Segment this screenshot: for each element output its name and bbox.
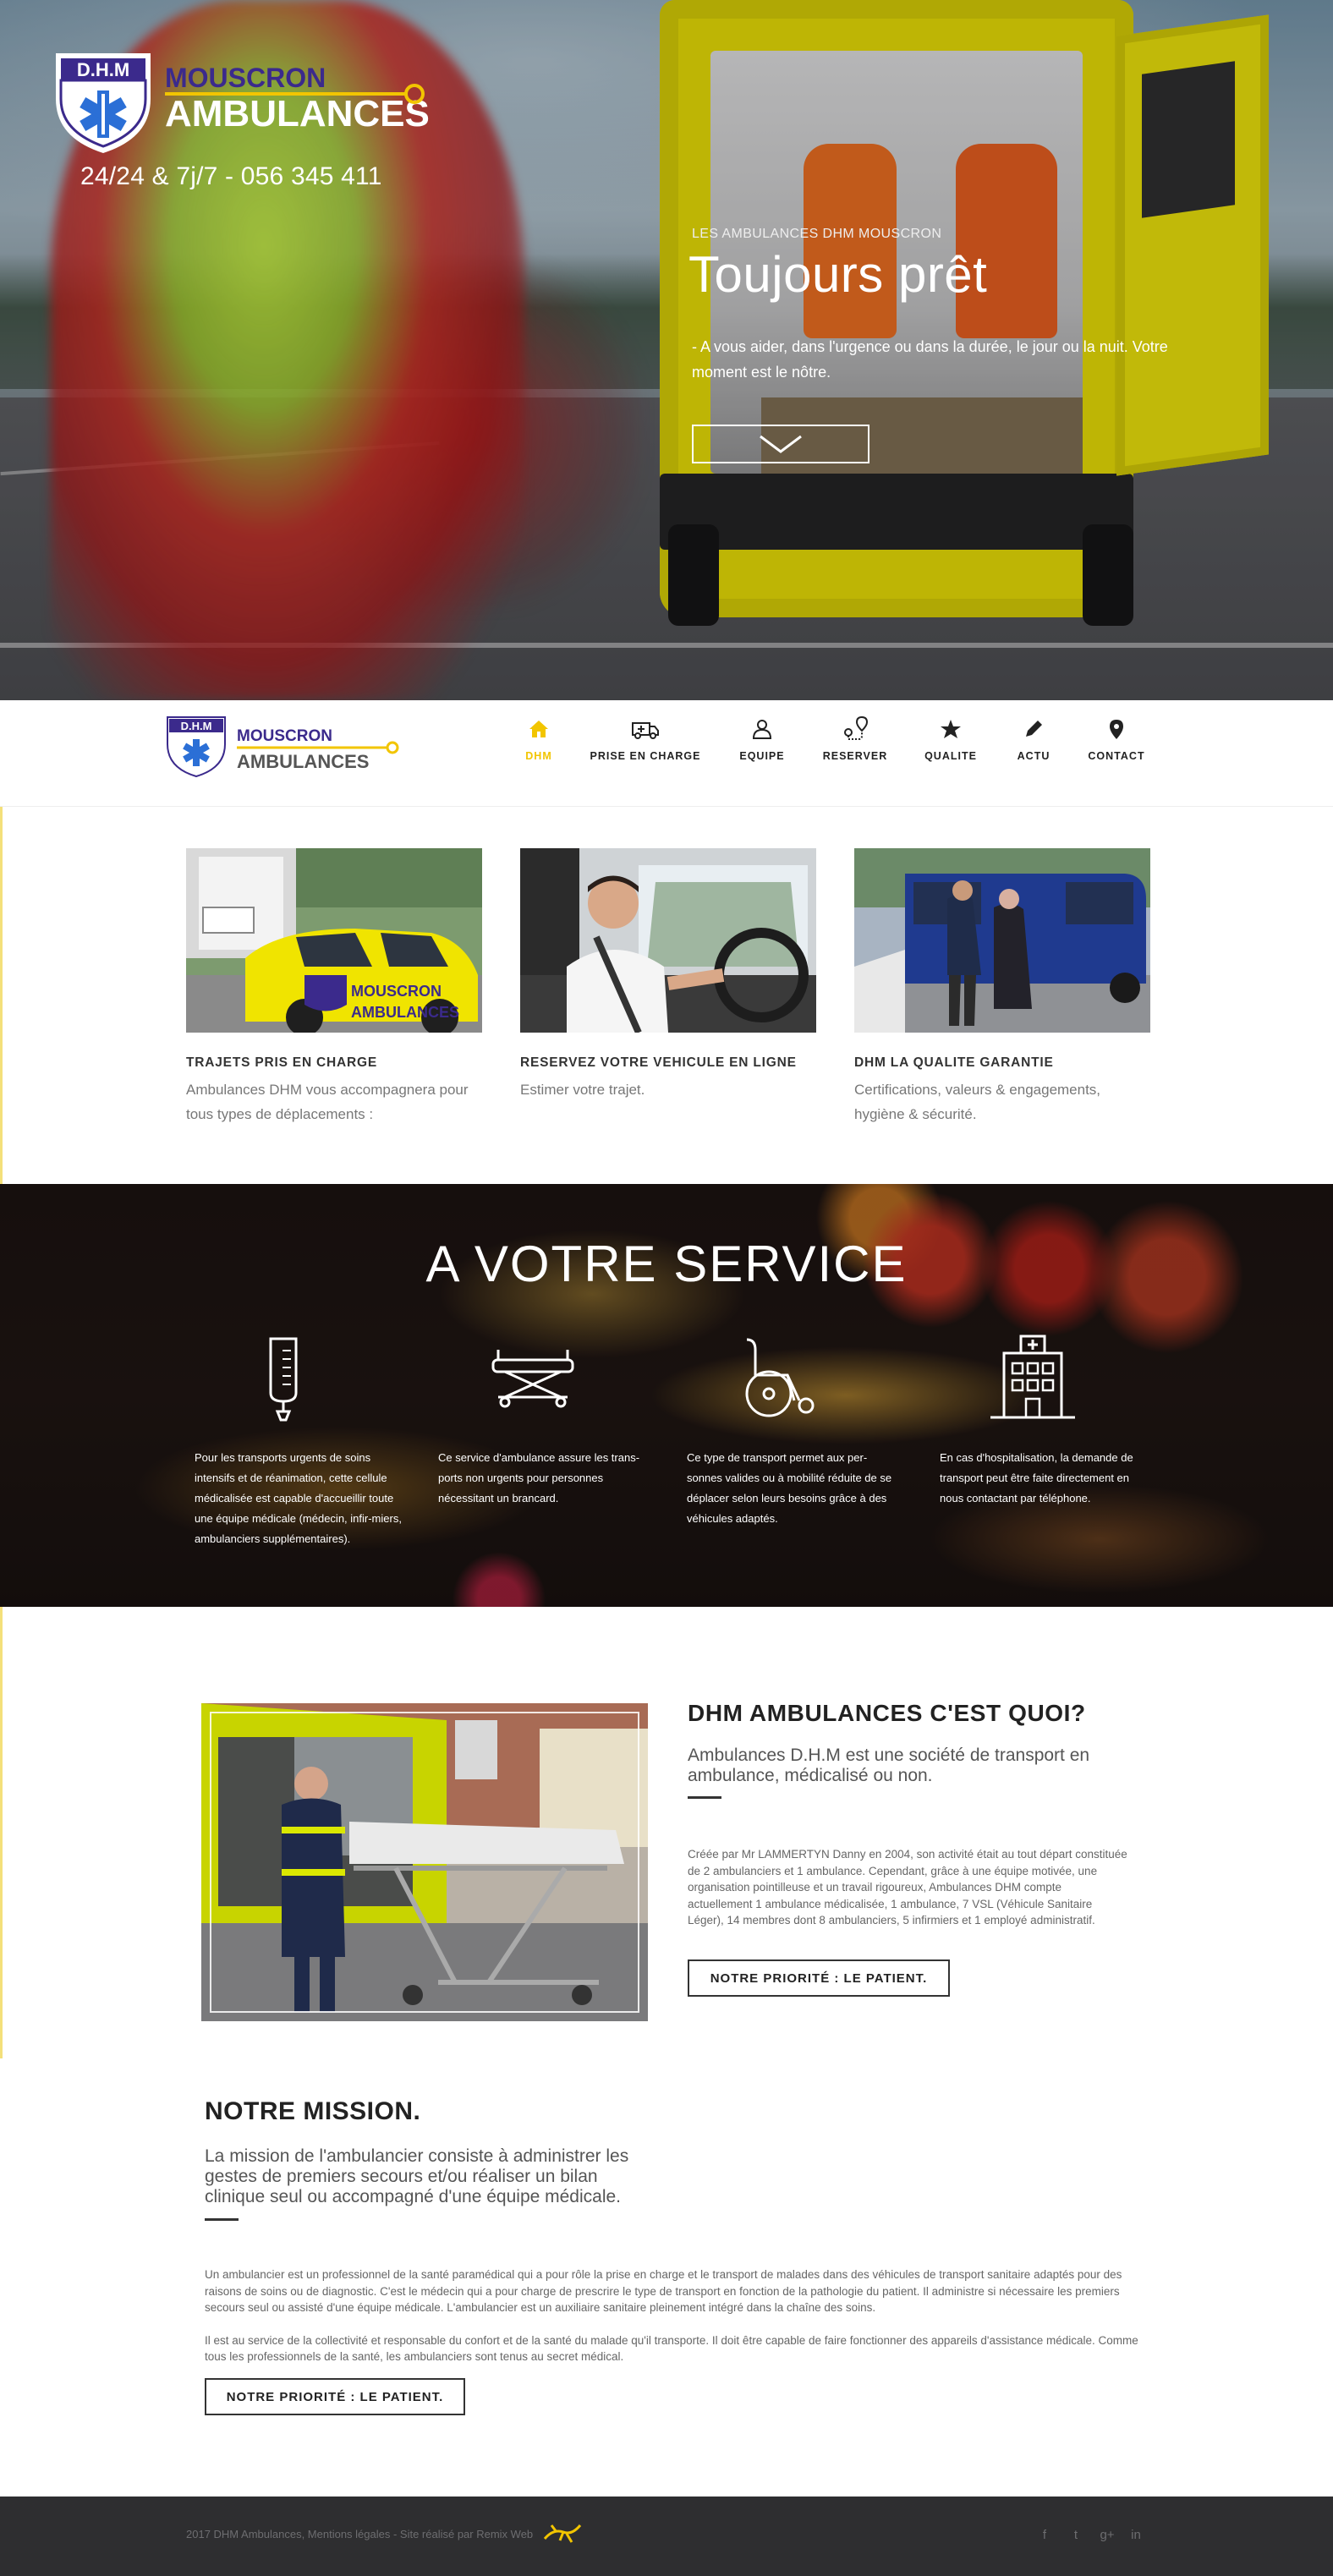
nav-label-dhm: DHM	[525, 750, 552, 762]
about-image-frame	[210, 1712, 639, 2013]
service-text-urgent: Pour les transports urgents de soins int…	[195, 1451, 402, 1545]
nav-item-dhm[interactable]: DHM	[512, 715, 566, 765]
feature-title: DHM LA QUALITE GARANTIE	[854, 1055, 1054, 1070]
feature-text: Estimer votre trajet.	[520, 1082, 645, 1098]
nav-item-reserver[interactable]: RESERVER	[817, 715, 893, 765]
nav-item-qualite[interactable]: QUALITE	[920, 715, 981, 765]
left-accent-line	[0, 1607, 3, 2058]
nav-item-contact[interactable]: CONTACT	[1083, 715, 1150, 765]
mission-priority-button[interactable]: NOTRE PRIORITÉ : LE PATIENT.	[205, 2378, 465, 2415]
pencil-icon	[1019, 715, 1048, 743]
service-title: A VOTRE SERVICE	[425, 1236, 908, 1292]
hero-text: - A vous aider, dans l'urgence ou dans l…	[692, 338, 1168, 381]
hero-eyebrow: LES AMBULANCES DHM MOUSCRON	[692, 227, 942, 241]
svg-text:AMBULANCES: AMBULANCES	[351, 1004, 459, 1021]
about-body: Créée par Mr LAMMERTYN Danny en 2004, so…	[688, 1848, 1127, 1927]
hero-logo-badge-text: D.H.M	[77, 59, 129, 80]
left-accent-line	[0, 807, 3, 1184]
user-icon	[748, 715, 776, 743]
hospital-icon	[986, 1332, 1079, 1425]
hero-logo[interactable]: D.H.M MOUSCRON AMBULANCES	[51, 47, 440, 156]
nav-logo-badge-text: D.H.M	[181, 720, 212, 732]
about-divider	[688, 1796, 721, 1799]
nav-label-equipe: EQUIPE	[739, 750, 785, 762]
facebook-icon[interactable]: f	[1034, 2524, 1056, 2546]
mission-body: Un ambulancier est un professionnel de l…	[205, 2266, 1155, 2365]
linkedin-icon[interactable]: in	[1125, 2524, 1147, 2546]
chevron-down-icon	[760, 435, 802, 453]
page: D.H.M MOUSCRON AMBULANCES 24/24 & 7j/7 -…	[0, 0, 1333, 2576]
about-lead: Ambulances D.H.M est une société de tran…	[688, 1746, 1090, 1785]
ambulance-icon	[631, 715, 660, 743]
scroll-down-button[interactable]	[692, 425, 869, 463]
home-icon	[524, 715, 553, 743]
nav-label-prise-en-charge: PRISE EN CHARGE	[590, 750, 701, 762]
service-text-hospitalisation: En cas d'hospitalisation, la demande de …	[940, 1451, 1133, 1504]
feature-card-trajets[interactable]: MOUSCRON AMBULANCES TRAJETS PRIS EN CHAR…	[186, 848, 484, 1126]
service-text-brancard: Ce service d'ambulance assure les trans-…	[438, 1451, 640, 1504]
feature-image-driver	[520, 848, 816, 1033]
nav-item-actu[interactable]: ACTU	[1010, 715, 1057, 765]
twitter-icon[interactable]: t	[1065, 2524, 1087, 2546]
google-plus-icon[interactable]: g+	[1096, 2524, 1118, 2546]
stretcher-icon	[486, 1332, 579, 1425]
hero-phone[interactable]: 24/24 & 7j/7 - 056 345 411	[80, 162, 382, 191]
route-pin-icon	[841, 715, 869, 743]
feature-text: Certifications, valeurs & engagements, h…	[854, 1082, 1101, 1122]
nav-logo-name-2: AMBULANCES	[237, 751, 369, 772]
mission-divider	[205, 2218, 239, 2221]
star-icon	[936, 715, 965, 743]
nav-label-qualite: QUALITE	[924, 750, 977, 762]
mission-paragraph-2: Il est au service de la collectivité et …	[205, 2333, 1138, 2364]
service-text-vsl: Ce type de transport permet aux per-sonn…	[687, 1451, 892, 1525]
remix-web-logo[interactable]	[541, 2520, 584, 2546]
hero-logo-name-2: AMBULANCES	[165, 93, 430, 134]
nav-label-contact: CONTACT	[1088, 750, 1145, 762]
footer-copyright[interactable]: 2017 DHM Ambulances, Mentions légales - …	[186, 2528, 533, 2540]
nav-label-actu: ACTU	[1017, 750, 1050, 762]
about-priority-button[interactable]: NOTRE PRIORITÉ : LE PATIENT.	[688, 1959, 950, 1997]
nav-logo-name-1: MOUSCRON	[237, 727, 332, 745]
feature-image-ambulance: MOUSCRON AMBULANCES	[186, 848, 482, 1033]
hero-title: Toujours prêt	[688, 246, 988, 303]
hero-logo-name-1: MOUSCRON	[165, 63, 326, 93]
iv-drip-icon	[237, 1332, 330, 1425]
feature-text: Ambulances DHM vous accompagnera pour to…	[186, 1082, 469, 1122]
nav-item-equipe[interactable]: EQUIPE	[732, 715, 792, 765]
feature-card-qualite[interactable]: DHM LA QUALITE GARANTIE Certifications, …	[854, 848, 1152, 1126]
feature-image-vsl	[854, 848, 1150, 1033]
map-pin-icon	[1102, 715, 1131, 743]
nav-label-reserver: RESERVER	[822, 750, 888, 762]
mission-lead: La mission de l'ambulancier consiste à a…	[205, 2146, 629, 2206]
feature-card-reservez[interactable]: RESERVEZ VOTRE VEHICULE EN LIGNE Estimer…	[520, 848, 818, 1102]
nav-logo[interactable]: D.H.M MOUSCRON AMBULANCES	[166, 712, 403, 780]
feature-title: RESERVEZ VOTRE VEHICULE EN LIGNE	[520, 1055, 797, 1070]
mission-paragraph-1: Un ambulancier est un professionnel de l…	[205, 2268, 1122, 2314]
feature-title: TRAJETS PRIS EN CHARGE	[186, 1055, 378, 1070]
nav-item-prise-en-charge[interactable]: PRISE EN CHARGE	[586, 715, 705, 765]
mission-title: NOTRE MISSION.	[205, 2097, 421, 2125]
about-image	[201, 1703, 648, 2021]
about-title: DHM AMBULANCES C'EST QUOI?	[688, 1700, 1086, 1726]
wheelchair-icon	[731, 1332, 824, 1425]
svg-text:MOUSCRON: MOUSCRON	[351, 983, 442, 1000]
